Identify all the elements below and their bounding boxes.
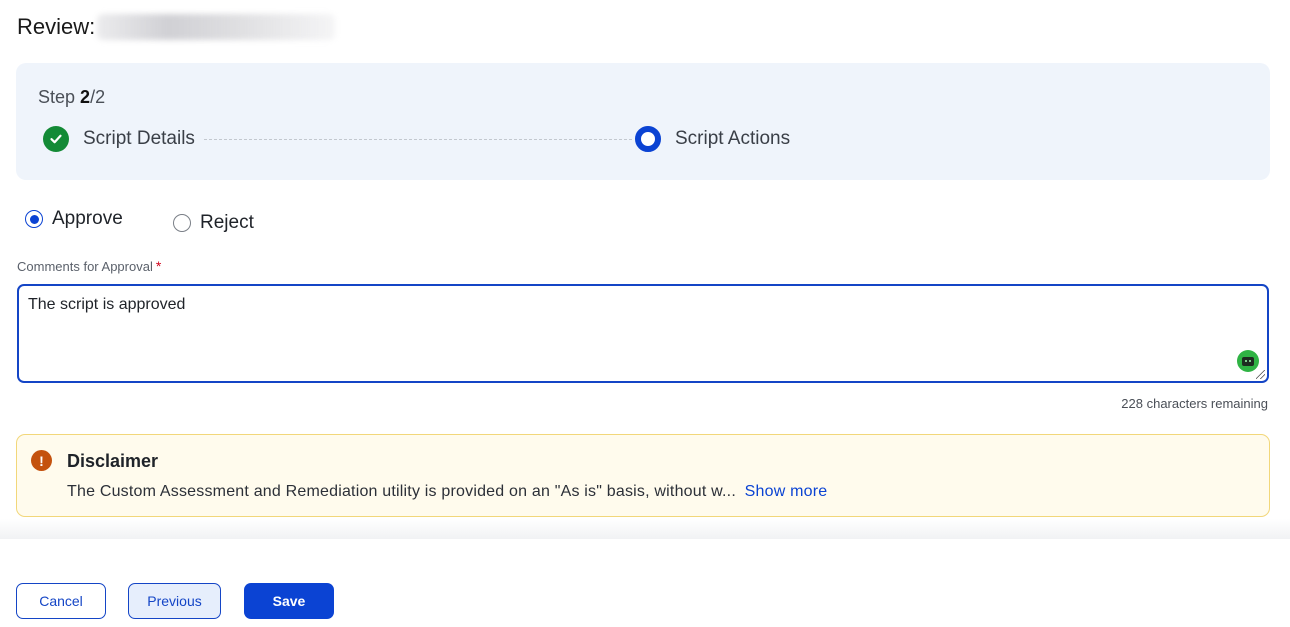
warning-icon: ! — [31, 450, 52, 471]
page-title: Review: — [17, 14, 336, 40]
characters-remaining: 228 characters remaining — [1121, 396, 1268, 411]
comments-label-text: Comments for Approval — [17, 259, 153, 274]
resize-handle[interactable] — [1256, 370, 1265, 379]
radio-button-unchecked[interactable] — [173, 214, 191, 232]
disclaimer-title: Disclaimer — [67, 451, 159, 471]
active-step-icon — [635, 126, 661, 152]
comments-field[interactable] — [17, 284, 1269, 383]
radio-button-checked[interactable] — [25, 210, 43, 228]
show-more-link[interactable]: Show more — [745, 483, 828, 500]
page-title-prefix: Review: — [17, 14, 96, 39]
footer-divider — [0, 519, 1290, 539]
comments-label: Comments for Approval * — [17, 258, 161, 274]
stepper: Step 2/2 Script Details Script Actions — [16, 63, 1270, 180]
approve-radio[interactable]: Approve — [25, 208, 123, 230]
step-connector — [204, 139, 632, 140]
step-script-actions[interactable]: Script Actions — [635, 126, 790, 152]
redacted-script-name — [97, 14, 336, 40]
previous-button[interactable]: Previous — [128, 583, 221, 619]
reject-label: Reject — [200, 212, 254, 233]
disclaimer-text: The Custom Assessment and Remediation ut… — [67, 483, 827, 501]
approve-label: Approve — [52, 208, 123, 229]
current-step: 2 — [80, 87, 91, 107]
step-word: Step — [38, 87, 76, 107]
required-marker: * — [155, 258, 162, 274]
save-button[interactable]: Save — [244, 583, 334, 619]
total-steps: /2 — [90, 87, 106, 107]
disclaimer-body: The Custom Assessment and Remediation ut… — [67, 483, 736, 500]
step-label: Script Details — [83, 128, 195, 149]
cancel-button[interactable]: Cancel — [16, 583, 106, 619]
disclaimer-banner: ! Disclaimer The Custom Assessment and R… — [16, 434, 1270, 517]
step-label: Script Actions — [675, 128, 791, 149]
bot-icon[interactable] — [1237, 350, 1259, 372]
reject-radio[interactable]: Reject — [173, 212, 254, 234]
step-counter: Step 2/2 — [38, 87, 105, 108]
check-circle-icon — [43, 126, 69, 152]
step-script-details[interactable]: Script Details — [43, 126, 195, 152]
comments-textarea[interactable] — [19, 286, 1267, 381]
